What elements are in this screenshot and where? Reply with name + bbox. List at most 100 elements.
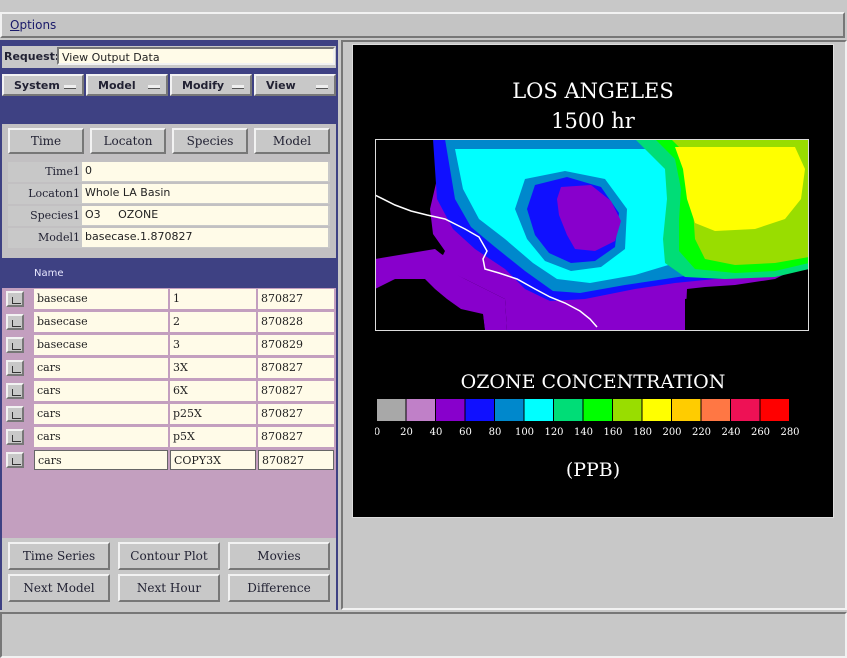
check-mark-icon [12, 343, 21, 350]
list-header: Name [2, 262, 336, 286]
location-field-label: Locaton1 [28, 187, 80, 200]
model-date-cell: 870829 [258, 335, 334, 355]
check-mark-icon [12, 458, 21, 465]
time-button[interactable]: Time [8, 128, 84, 154]
options-menu[interactable]: Options [10, 18, 56, 32]
legend-swatch [672, 399, 701, 421]
next-model-button[interactable]: Next Model [8, 574, 110, 602]
location-button[interactable]: Locaton [90, 128, 166, 154]
legend-tick-label: 0 [375, 427, 380, 438]
list-item[interactable]: basecase 2 870828 [4, 311, 334, 333]
legend-swatch [731, 399, 760, 421]
menu-bar: Options [0, 12, 845, 38]
plot-title-location: LOS ANGELES [512, 79, 674, 103]
row-select-checkbox[interactable] [6, 314, 24, 330]
row-select-checkbox[interactable] [6, 337, 24, 353]
list-item[interactable]: basecase 1 870827 [4, 288, 334, 310]
time-series-button[interactable]: Time Series [8, 542, 110, 570]
model-variant-cell: 6X [170, 381, 256, 401]
model-name-cell: cars [34, 381, 168, 401]
species-field[interactable]: O3 OZONE [82, 206, 328, 225]
model-field-label: Model1 [38, 231, 80, 244]
model-name-cell: cars [34, 358, 168, 378]
difference-button[interactable]: Difference [228, 574, 330, 602]
species-field-label: Species1 [30, 209, 80, 222]
legend-tick-label: 160 [603, 427, 622, 438]
list-item[interactable]: cars 3X 870827 [4, 357, 334, 379]
legend-swatch [554, 399, 583, 421]
movies-button[interactable]: Movies [228, 542, 330, 570]
ozone-contour-map [375, 139, 809, 331]
next-hour-button[interactable]: Next Hour [118, 574, 220, 602]
row-select-checkbox[interactable] [6, 406, 24, 422]
option-menu-indicator-icon [148, 85, 160, 89]
model-name-cell: basecase [34, 312, 168, 332]
view-menu-button[interactable]: View [254, 74, 336, 96]
selection-panel: Time Locaton Species Model Time1 0 Locat… [2, 124, 336, 258]
list-item[interactable]: cars p25X 870827 [4, 403, 334, 425]
system-menu-button[interactable]: System [2, 74, 84, 96]
model-variant-cell: 2 [170, 312, 256, 332]
legend-tick-label: 180 [633, 427, 652, 438]
model-variant-cell: p5X [170, 427, 256, 447]
color-scale-legend: 0 20 40 60 80 100 120 140 160 180 200 220 240 260 280 [375, 399, 800, 438]
list-item[interactable]: cars p5X 870827 [4, 426, 334, 448]
list-item[interactable]: cars COPY3X 870827 [4, 449, 334, 471]
list-item[interactable]: cars 6X 870827 [4, 380, 334, 402]
legend-tick-label: 240 [721, 427, 740, 438]
modify-menu-label: Modify [182, 79, 225, 92]
legend-tick-label: 80 [489, 427, 502, 438]
model-variant-cell: 1 [170, 289, 256, 309]
legend-swatch [377, 399, 406, 421]
model-date-cell: 870827 [258, 358, 334, 378]
model-field-row: Model1 basecase.1.870827 [8, 228, 330, 248]
legend-tick-label: 200 [662, 427, 681, 438]
legend-tick-label: 280 [780, 427, 799, 438]
model-date-cell: 870827 [258, 427, 334, 447]
row-select-checkbox[interactable] [6, 452, 24, 468]
row-select-checkbox[interactable] [6, 291, 24, 307]
model-date-cell: 870827 [258, 381, 334, 401]
model-date-cell: 870828 [258, 312, 334, 332]
units-label: (PPB) [565, 459, 621, 481]
legend-swatch [495, 399, 524, 421]
legend-tick-label: 40 [430, 427, 443, 438]
legend-swatch [760, 399, 789, 421]
check-mark-icon [12, 389, 21, 396]
model-variant-cell[interactable]: COPY3X [170, 450, 256, 470]
time-field-row: Time1 0 [8, 162, 330, 182]
legend-tick-label: 20 [400, 427, 413, 438]
request-field[interactable]: View Output Data [57, 47, 335, 65]
legend-title: OZONE CONCENTRATION [460, 371, 726, 393]
model-date-cell[interactable]: 870827 [258, 450, 334, 470]
model-date-cell: 870827 [258, 289, 334, 309]
legend-tick-label: 140 [574, 427, 593, 438]
legend-swatch [613, 399, 642, 421]
legend-swatch [465, 399, 494, 421]
check-mark-icon [12, 412, 21, 419]
contour-plot-button[interactable]: Contour Plot [118, 542, 220, 570]
species-button[interactable]: Species [172, 128, 248, 154]
species-field-row: Species1 O3 OZONE [8, 206, 330, 226]
model-button[interactable]: Model [254, 128, 330, 154]
model-variant-cell: 3X [170, 358, 256, 378]
location-field[interactable]: Whole LA Basin [82, 184, 328, 203]
option-menu-indicator-icon [232, 85, 244, 89]
row-select-checkbox[interactable] [6, 383, 24, 399]
model-menu-button[interactable]: Model [86, 74, 168, 96]
option-menu-indicator-icon [316, 85, 328, 89]
model-list: basecase 1 870827 basecase 2 870828 base… [2, 288, 336, 538]
row-select-checkbox[interactable] [6, 360, 24, 376]
model-field[interactable]: basecase.1.870827 [82, 228, 328, 247]
action-button-panel: Time Series Contour Plot Movies Next Mod… [2, 538, 336, 610]
legend-swatch [701, 399, 730, 421]
model-name-cell[interactable]: cars [34, 450, 168, 470]
view-menu-label: View [266, 79, 296, 92]
legend-swatch [436, 399, 465, 421]
modify-menu-button[interactable]: Modify [170, 74, 252, 96]
row-select-checkbox[interactable] [6, 429, 24, 445]
time-field[interactable]: 0 [82, 162, 328, 181]
list-item[interactable]: basecase 3 870829 [4, 334, 334, 356]
system-menu-label: System [14, 79, 60, 92]
legend-swatch [642, 399, 671, 421]
